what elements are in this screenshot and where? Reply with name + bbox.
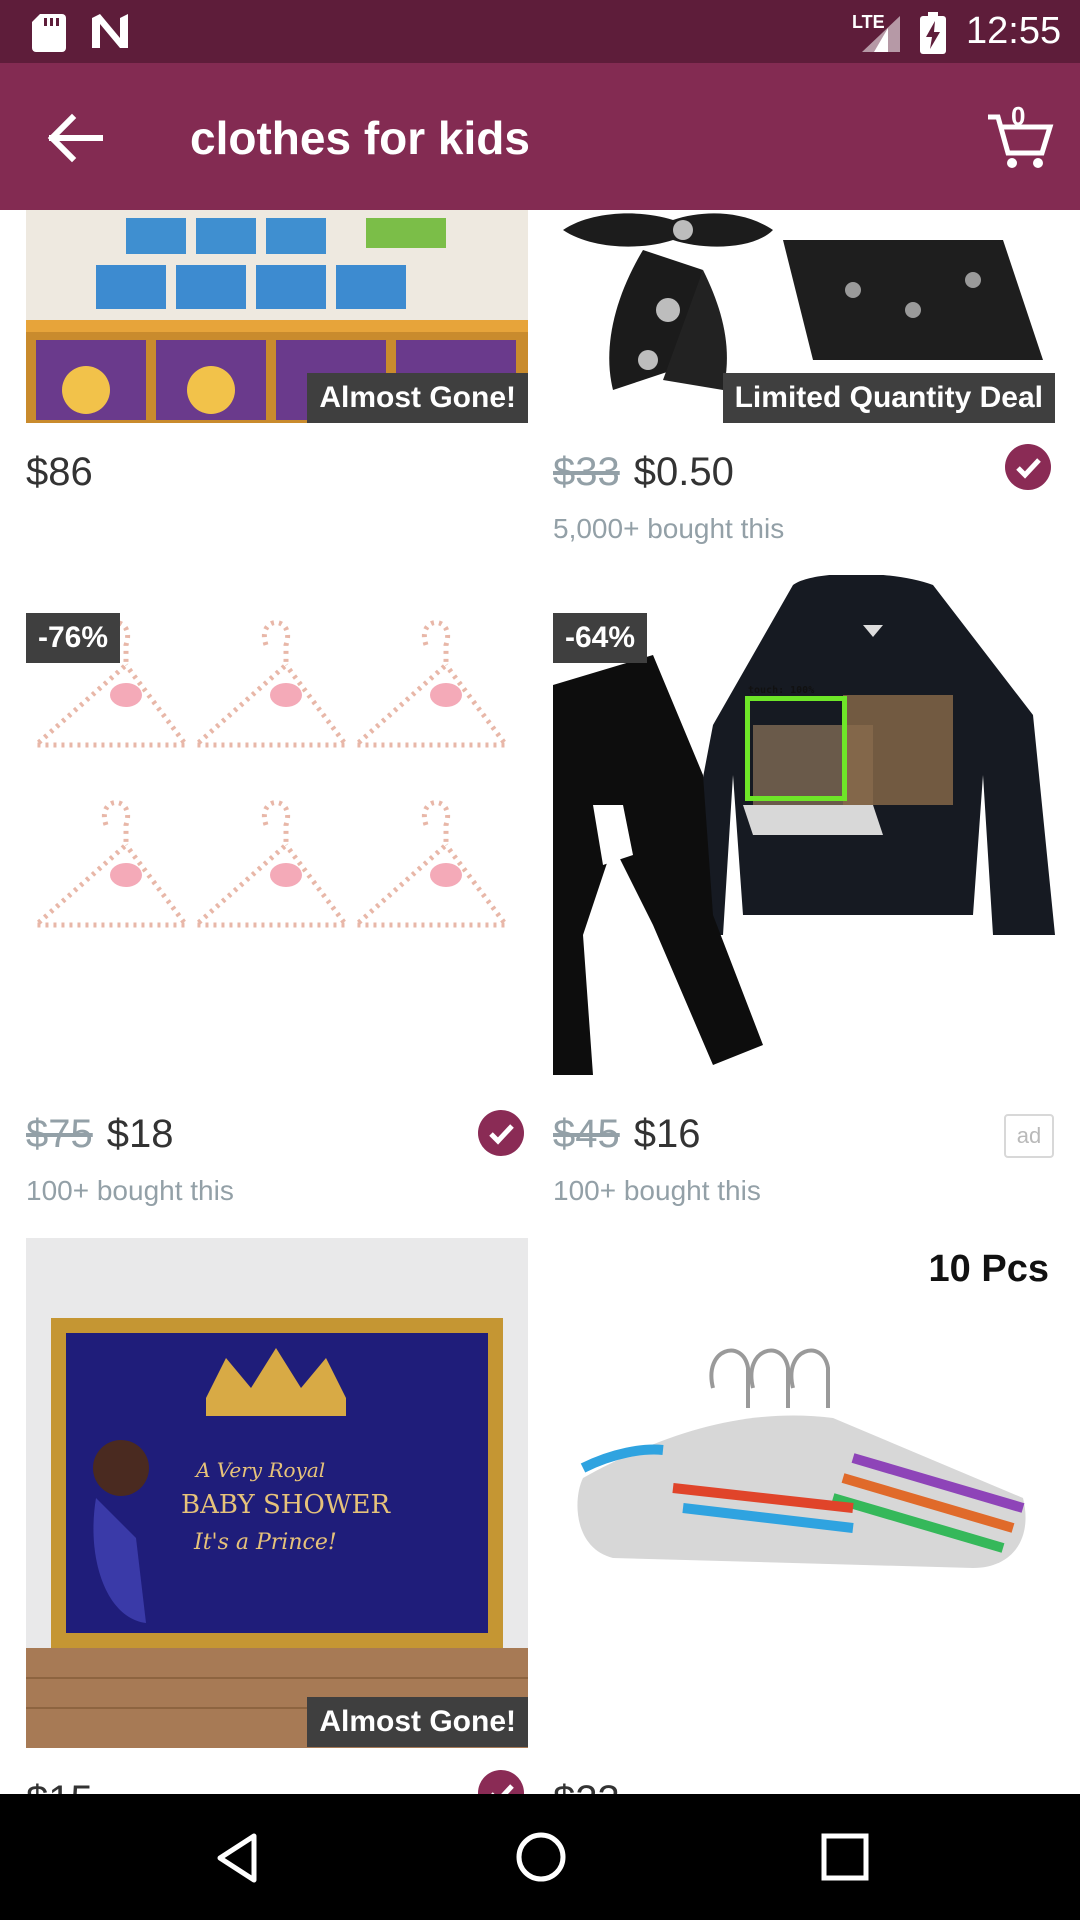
bought-count: 5,000+ bought this [553, 513, 785, 544]
status-bar: LTE 12:55 [0, 0, 1080, 63]
banner-text-1: A Very Royal [196, 1458, 326, 1482]
app-bar: clothes for kids 0 [0, 63, 1080, 210]
current-price: $86 [26, 450, 93, 494]
product-image[interactable]: 10 Pcs [553, 1238, 1055, 1748]
current-price: $15 [26, 1778, 93, 1794]
page-title: clothes for kids [190, 112, 530, 164]
back-arrow-icon[interactable] [40, 103, 110, 173]
banner-text-3: It's a Prince! [194, 1530, 337, 1555]
home-nav-icon[interactable] [513, 1829, 569, 1885]
product-price: $86 [26, 450, 93, 495]
original-price: $45 [553, 1112, 620, 1156]
almost-gone-badge: Almost Gone! [307, 373, 528, 423]
original-price: $33 [553, 450, 620, 494]
n-notification-icon [92, 14, 128, 48]
bought-count: 100+ bought this [26, 1175, 234, 1206]
pack-size-label: 10 Pcs [928, 1248, 1049, 1290]
current-price: $16 [633, 1112, 701, 1156]
touch-indicator-box [745, 696, 847, 801]
product-price: $33 $0.50 [553, 450, 734, 495]
product-price: $23 [553, 1778, 620, 1794]
status-time: 12:55 [966, 10, 1062, 52]
product-image[interactable]: Almost Gone! [26, 210, 528, 423]
almost-gone-badge: Almost Gone! [307, 1697, 528, 1747]
system-nav-bar [0, 1794, 1080, 1920]
limited-quantity-deal-badge: Limited Quantity Deal [722, 373, 1055, 423]
current-price: $23 [553, 1778, 620, 1794]
product-grid: Almost Gone! $86 Limited Quantity Deal $… [0, 210, 1080, 1794]
product-image[interactable]: -64% touch: 100% [553, 575, 1055, 1077]
banner-text-2: BABY SHOWER [181, 1490, 391, 1520]
original-price: $75 [26, 1112, 93, 1156]
product-image[interactable]: Limited Quantity Deal [553, 210, 1055, 423]
product-price: $75 $18 [26, 1112, 174, 1157]
recents-nav-icon[interactable] [818, 1830, 872, 1884]
touch-indicator-label: touch: 100% [748, 685, 815, 696]
product-image[interactable]: -76% [26, 575, 528, 1077]
signal-icon [862, 16, 900, 52]
bought-count: 100+ bought this [553, 1175, 761, 1206]
current-price: $0.50 [633, 450, 734, 494]
discount-badge: -64% [553, 613, 648, 663]
product-image[interactable]: A Very Royal BABY SHOWER It's a Prince! … [26, 1238, 528, 1748]
verified-badge-icon [478, 1110, 524, 1156]
product-price: $15 [26, 1778, 93, 1794]
product-price: $45 $16 [553, 1112, 701, 1157]
sd-card-icon [32, 14, 66, 52]
current-price: $18 [106, 1112, 174, 1156]
cart-count: 0 [1011, 101, 1026, 131]
battery-charging-icon [920, 12, 946, 54]
back-nav-icon[interactable] [210, 1830, 266, 1886]
discount-badge: -76% [26, 613, 121, 663]
verified-badge-icon [1005, 444, 1051, 490]
verified-badge-icon [478, 1770, 524, 1794]
ad-label: ad [1004, 1114, 1054, 1158]
